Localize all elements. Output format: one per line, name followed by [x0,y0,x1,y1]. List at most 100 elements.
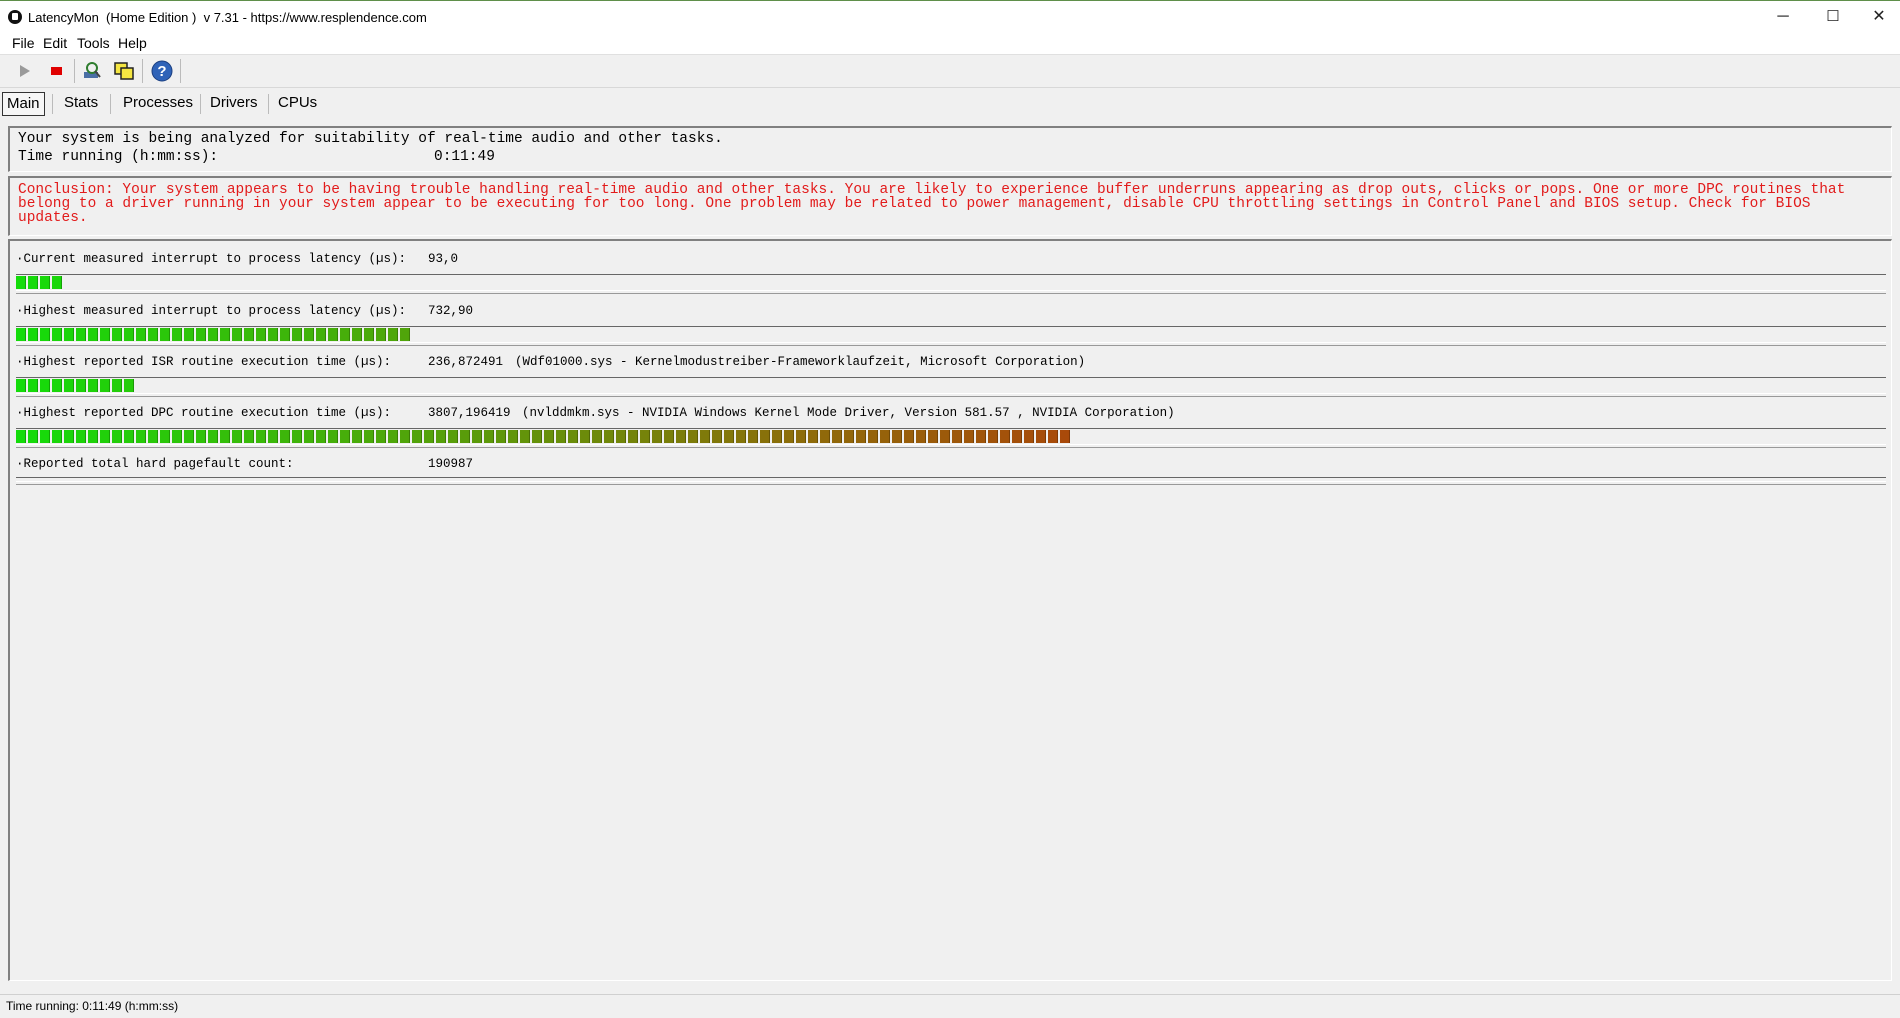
bar-segment [1024,430,1034,443]
bar-segment [256,328,266,341]
analyze-button[interactable] [80,59,104,83]
stop-icon [51,67,62,75]
bar-segment [340,430,350,443]
bar-segment [28,328,38,341]
bar-segment [292,430,302,443]
status-panel: Your system is being analyzed for suitab… [8,126,1892,172]
tab-stats[interactable]: Stats [60,92,102,114]
metric-label: ·Highest reported ISR routine execution … [16,355,392,369]
tab-main[interactable]: Main [2,92,45,116]
metric-value: 732,90 [428,304,474,318]
bar-segment [196,328,206,341]
metric-detail: (Wdf01000.sys - Kernelmodustreiber-Frame… [515,355,1086,369]
bar-segment [400,430,410,443]
tab-processes[interactable]: Processes [119,92,197,114]
tab-cpus[interactable]: CPUs [274,92,321,114]
bar-segment [244,328,254,341]
bar-segment [376,430,386,443]
bar-segment [688,430,698,443]
app-icon [8,10,22,24]
bar-segment [100,430,110,443]
bar-segment [748,430,758,443]
bar-segment [676,430,686,443]
bar-segment [64,379,74,392]
metric-bar [16,428,1886,448]
bar-segment [340,328,350,341]
tab-separator [110,94,111,114]
menu-help[interactable]: Help [118,35,147,51]
menu-edit[interactable]: Edit [43,35,67,51]
metric-bar-fill [16,379,136,392]
bar-segment [544,430,554,443]
bar-segment [112,328,122,341]
bar-segment [856,430,866,443]
bar-segment [160,328,170,341]
bar-segment [784,430,794,443]
svg-text:?: ? [157,63,166,80]
bar-segment [220,430,230,443]
bar-segment [64,328,74,341]
window-title: LatencyMon (Home Edition ) v 7.31 - http… [28,10,427,25]
bar-segment [220,328,230,341]
bar-segment [256,430,266,443]
bar-segment [16,379,26,392]
bar-segment [1000,430,1010,443]
bar-segment [28,379,38,392]
bar-segment [112,379,122,392]
bar-segment [52,276,62,289]
menu-file[interactable]: File [12,35,35,51]
bar-segment [208,430,218,443]
bar-segment [40,276,50,289]
menu-tools[interactable]: Tools [77,35,110,51]
bar-segment [160,430,170,443]
bar-segment [88,430,98,443]
metric-bar [16,274,1886,294]
bar-segment [172,328,182,341]
bar-segment [664,430,674,443]
toolbar-separator [180,59,181,83]
bar-segment [16,430,26,443]
metric-label: ·Reported total hard pagefault count: [16,457,294,471]
bar-segment [376,328,386,341]
bar-segment [1036,430,1046,443]
bar-segment [52,430,62,443]
help-button[interactable]: ? [150,59,174,83]
status-bar: Time running: 0:11:49 (h:mm:ss) [0,994,1900,1018]
tab-drivers[interactable]: Drivers [206,92,262,114]
bar-segment [124,379,134,392]
bar-segment [100,379,110,392]
bar-segment [52,379,62,392]
bar-segment [292,328,302,341]
windows-icon [114,62,134,80]
bar-segment [208,328,218,341]
bar-segment [448,430,458,443]
menu-bar: File Edit Tools Help [0,34,1900,54]
bar-segment [328,328,338,341]
metric-bar-fill [16,276,64,289]
bar-segment [604,430,614,443]
analyze-icon [84,62,101,78]
time-running-label: Time running (h:mm:ss): [18,149,219,165]
bar-segment [556,430,566,443]
windows-button[interactable] [112,59,136,83]
close-button[interactable]: ✕ [1856,1,1900,33]
bar-segment [136,430,146,443]
bar-segment [268,430,278,443]
status-message: Your system is being analyzed for suitab… [18,131,723,147]
toolbar: ? [0,54,1900,88]
minimize-button[interactable]: ─ [1760,1,1806,33]
bar-segment [76,379,86,392]
bar-segment [412,430,422,443]
bar-segment [124,430,134,443]
stop-button[interactable] [44,59,68,83]
conclusion-text: Conclusion: Your system appears to be ha… [18,182,1846,226]
tab-separator [268,94,269,114]
bar-segment [424,430,434,443]
maximize-button[interactable]: ☐ [1810,1,1856,33]
bar-segment [736,430,746,443]
bar-segment [844,430,854,443]
bar-segment [724,430,734,443]
bar-segment [88,379,98,392]
start-button[interactable] [12,59,36,83]
bar-segment [364,328,374,341]
